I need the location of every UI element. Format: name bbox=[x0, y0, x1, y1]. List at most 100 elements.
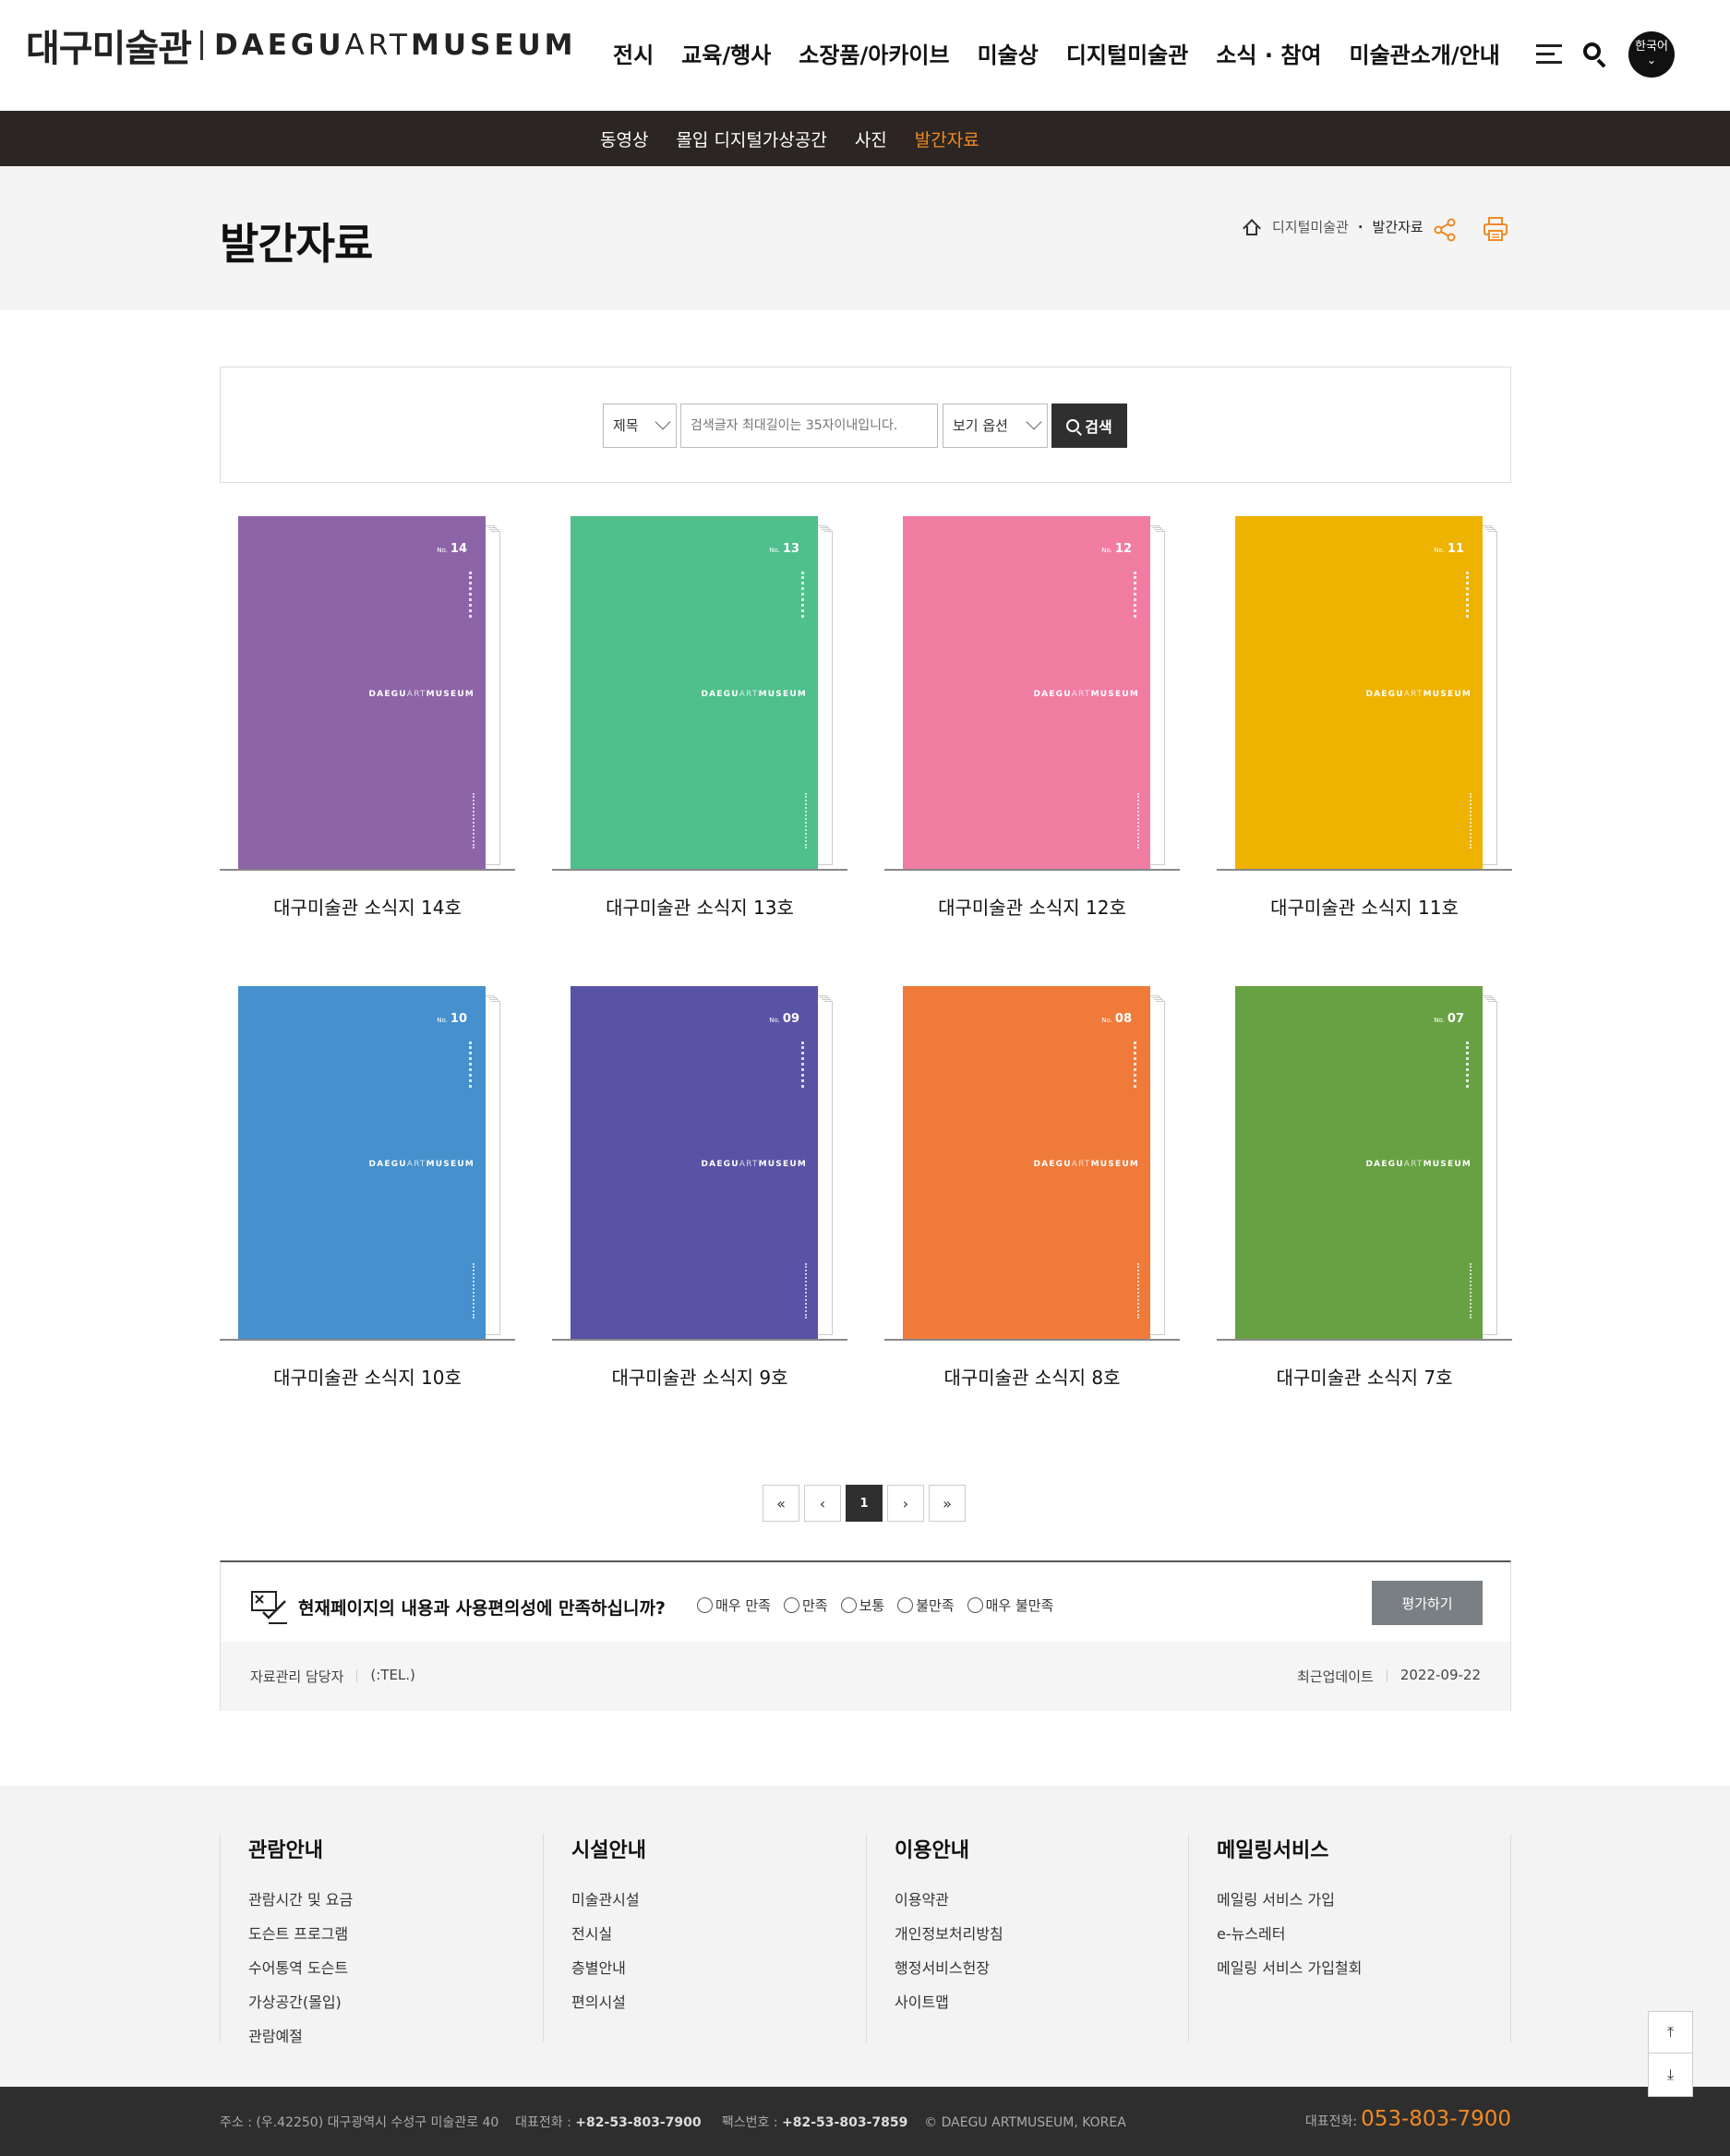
footer-link[interactable]: 이용약관 bbox=[895, 1887, 1189, 1909]
nav-news[interactable]: 소식 · 참여 bbox=[1216, 37, 1321, 69]
subnav-photo[interactable]: 사진 bbox=[855, 126, 887, 151]
home-icon[interactable] bbox=[1243, 218, 1261, 237]
footer-link[interactable]: 개인정보처리방침 bbox=[895, 1921, 1189, 1944]
footer-link[interactable]: 미술관시설 bbox=[571, 1887, 866, 1909]
publication-card[interactable]: No. 11 DAEGUARTMUSEUM 대구미술관 소식지 11호 bbox=[1217, 516, 1512, 950]
survey-option-satisfied[interactable]: 만족 bbox=[783, 1596, 828, 1615]
publication-card[interactable]: No. 10 DAEGUARTMUSEUM 대구미술관 소식지 10호 bbox=[220, 986, 515, 1420]
book-brand: DAEGUARTMUSEUM bbox=[701, 1160, 807, 1169]
book-cover[interactable]: No. 12 DAEGUARTMUSEUM bbox=[903, 516, 1150, 869]
publication-card[interactable]: No. 07 DAEGUARTMUSEUM 대구미술관 소식지 7호 bbox=[1217, 986, 1512, 1420]
footer-link[interactable]: 전시실 bbox=[571, 1921, 866, 1944]
chevron-right-icon: › bbox=[902, 1494, 909, 1512]
book-cover[interactable]: No. 13 DAEGUARTMUSEUM bbox=[571, 516, 818, 869]
survey-option-very-satisfied[interactable]: 매우 만족 bbox=[697, 1596, 771, 1615]
footer-link[interactable]: 수어통역 도슨트 bbox=[248, 1956, 543, 1978]
footer-col-title: 시설안내 bbox=[571, 1839, 646, 1862]
footer-link[interactable]: 관람예절 bbox=[248, 2024, 543, 2046]
page-button-current[interactable]: 1 bbox=[846, 1485, 883, 1522]
publication-title[interactable]: 대구미술관 소식지 8호 bbox=[884, 1363, 1180, 1390]
book-cover[interactable]: No. 11 DAEGUARTMUSEUM bbox=[1235, 516, 1483, 869]
share-icon[interactable] bbox=[1433, 218, 1457, 242]
footer-link[interactable]: 관람시간 및 요금 bbox=[248, 1887, 543, 1909]
footer-link[interactable]: 도슨트 프로그램 bbox=[248, 1921, 543, 1944]
book-spine-text bbox=[469, 1042, 475, 1088]
book-brand: DAEGUARTMUSEUM bbox=[1033, 690, 1139, 699]
search-button[interactable]: 검색 bbox=[1051, 403, 1127, 448]
publication-card[interactable]: No. 09 DAEGUARTMUSEUM 대구미술관 소식지 9호 bbox=[552, 986, 847, 1420]
nav-digital-museum[interactable]: 디지털미술관 bbox=[1066, 37, 1188, 69]
print-icon[interactable] bbox=[1483, 216, 1508, 242]
nav-about[interactable]: 미술관소개/안내 bbox=[1349, 37, 1499, 69]
search-field-select[interactable]: 제목 bbox=[603, 403, 677, 448]
pagination: « ‹ 1 › » bbox=[763, 1485, 970, 1522]
survey-option-dissatisfied[interactable]: 불만족 bbox=[897, 1596, 955, 1615]
footer-tel-label: 대표전화 : bbox=[515, 2115, 571, 2130]
first-page-button[interactable]: « bbox=[763, 1485, 799, 1522]
language-button[interactable]: 한국어 ⌄ bbox=[1628, 31, 1675, 78]
book-shelf-line bbox=[1217, 1339, 1512, 1341]
footer-link[interactable]: 가상공간(몰입) bbox=[248, 1990, 543, 2012]
hamburger-menu-icon[interactable] bbox=[1536, 44, 1562, 65]
prev-page-button[interactable]: ‹ bbox=[804, 1485, 841, 1522]
publication-title[interactable]: 대구미술관 소식지 13호 bbox=[552, 893, 847, 920]
search-input[interactable] bbox=[680, 403, 938, 448]
footer-link[interactable]: 메일링 서비스 가입철회 bbox=[1217, 1956, 1510, 1978]
footer-link[interactable]: e-뉴스레터 bbox=[1217, 1921, 1510, 1944]
view-option-value: 보기 옵션 bbox=[953, 417, 1008, 434]
publication-title[interactable]: 대구미술관 소식지 12호 bbox=[884, 893, 1180, 920]
book-shelf-line bbox=[220, 869, 515, 871]
book-cover[interactable]: No. 10 DAEGUARTMUSEUM bbox=[238, 986, 486, 1339]
search-icon[interactable] bbox=[1582, 42, 1608, 68]
site-header: 대구미술관 DAEGUARTMUSEUM 전시 교육/행사 소장품/아카이브 미… bbox=[0, 0, 1730, 111]
subnav-publications[interactable]: 발간자료 bbox=[915, 126, 979, 151]
footer-link[interactable]: 편의시설 bbox=[571, 1990, 866, 2012]
header-tools: 한국어 ⌄ bbox=[1536, 31, 1675, 78]
survey-options: 매우 만족 만족 보통 불만족 매우 불만족 bbox=[697, 1596, 1066, 1615]
survey-option-neutral[interactable]: 보통 bbox=[840, 1596, 884, 1615]
nav-education[interactable]: 교육/행사 bbox=[681, 37, 771, 69]
footer-link[interactable]: 층별안내 bbox=[571, 1956, 866, 1978]
site-logo[interactable]: 대구미술관 DAEGUARTMUSEUM bbox=[26, 22, 577, 70]
publication-title[interactable]: 대구미술관 소식지 14호 bbox=[220, 893, 515, 920]
publication-card[interactable]: No. 12 DAEGUARTMUSEUM 대구미술관 소식지 12호 bbox=[884, 516, 1180, 950]
footer-link[interactable]: 메일링 서비스 가입 bbox=[1217, 1887, 1510, 1909]
next-page-button[interactable]: › bbox=[887, 1485, 924, 1522]
satisfaction-survey: 현재페이지의 내용과 사용편의성에 만족하십니까? 매우 만족 만족 보통 불만… bbox=[220, 1560, 1511, 1711]
nav-award[interactable]: 미술상 bbox=[978, 37, 1039, 69]
subnav-immersive-space[interactable]: 몰입 디지털가상공간 bbox=[676, 126, 826, 151]
footer-link[interactable]: 행정서비스헌장 bbox=[895, 1956, 1189, 1978]
book-page-edge bbox=[823, 531, 833, 865]
double-chevron-left-icon: « bbox=[776, 1494, 786, 1512]
sub-nav: 동영상 몰입 디지털가상공간 사진 발간자료 bbox=[0, 111, 1730, 166]
view-option-select[interactable]: 보기 옵션 bbox=[943, 403, 1048, 448]
book-cover[interactable]: No. 09 DAEGUARTMUSEUM bbox=[571, 986, 818, 1339]
nav-collection[interactable]: 소장품/아카이브 bbox=[799, 37, 949, 69]
nav-exhibition[interactable]: 전시 bbox=[613, 37, 654, 69]
footer-rep-tel-number: 053-803-7900 bbox=[1361, 2107, 1511, 2131]
publication-title[interactable]: 대구미술관 소식지 9호 bbox=[552, 1363, 847, 1390]
evaluate-button[interactable]: 평가하기 bbox=[1372, 1581, 1483, 1625]
last-page-button[interactable]: » bbox=[929, 1485, 966, 1522]
publication-card[interactable]: No. 13 DAEGUARTMUSEUM 대구미술관 소식지 13호 bbox=[552, 516, 847, 950]
subnav-video[interactable]: 동영상 bbox=[600, 126, 648, 151]
publication-card[interactable]: No. 14 DAEGUARTMUSEUM 대구미술관 소식지 14호 bbox=[220, 516, 515, 950]
book-cover[interactable]: No. 14 DAEGUARTMUSEUM bbox=[238, 516, 486, 869]
breadcrumb-digital-museum[interactable]: 디지털미술관 bbox=[1272, 217, 1349, 236]
book-number: No. 11 bbox=[1434, 542, 1464, 556]
book-cover[interactable]: No. 08 DAEGUARTMUSEUM bbox=[903, 986, 1150, 1339]
book-spine-text bbox=[801, 1042, 807, 1088]
footer-link[interactable]: 사이트맵 bbox=[895, 1990, 1189, 2012]
scroll-top-button[interactable]: ⤒ bbox=[1649, 2012, 1692, 2054]
book-number: No. 07 bbox=[1434, 1012, 1464, 1026]
scroll-bottom-button[interactable]: ⤓ bbox=[1649, 2054, 1692, 2095]
book-number: No. 12 bbox=[1101, 542, 1132, 556]
publication-title[interactable]: 대구미술관 소식지 11호 bbox=[1217, 893, 1512, 920]
publication-title[interactable]: 대구미술관 소식지 10호 bbox=[220, 1363, 515, 1390]
survey-option-very-dissatisfied[interactable]: 매우 불만족 bbox=[967, 1596, 1053, 1615]
book-page-edge bbox=[823, 1001, 833, 1335]
book-cover[interactable]: No. 07 DAEGUARTMUSEUM bbox=[1235, 986, 1483, 1339]
publication-card[interactable]: No. 08 DAEGUARTMUSEUM 대구미술관 소식지 8호 bbox=[884, 986, 1180, 1420]
arrow-down-to-bottom-icon: ⤓ bbox=[1666, 2065, 1675, 2083]
publication-title[interactable]: 대구미술관 소식지 7호 bbox=[1217, 1363, 1512, 1390]
